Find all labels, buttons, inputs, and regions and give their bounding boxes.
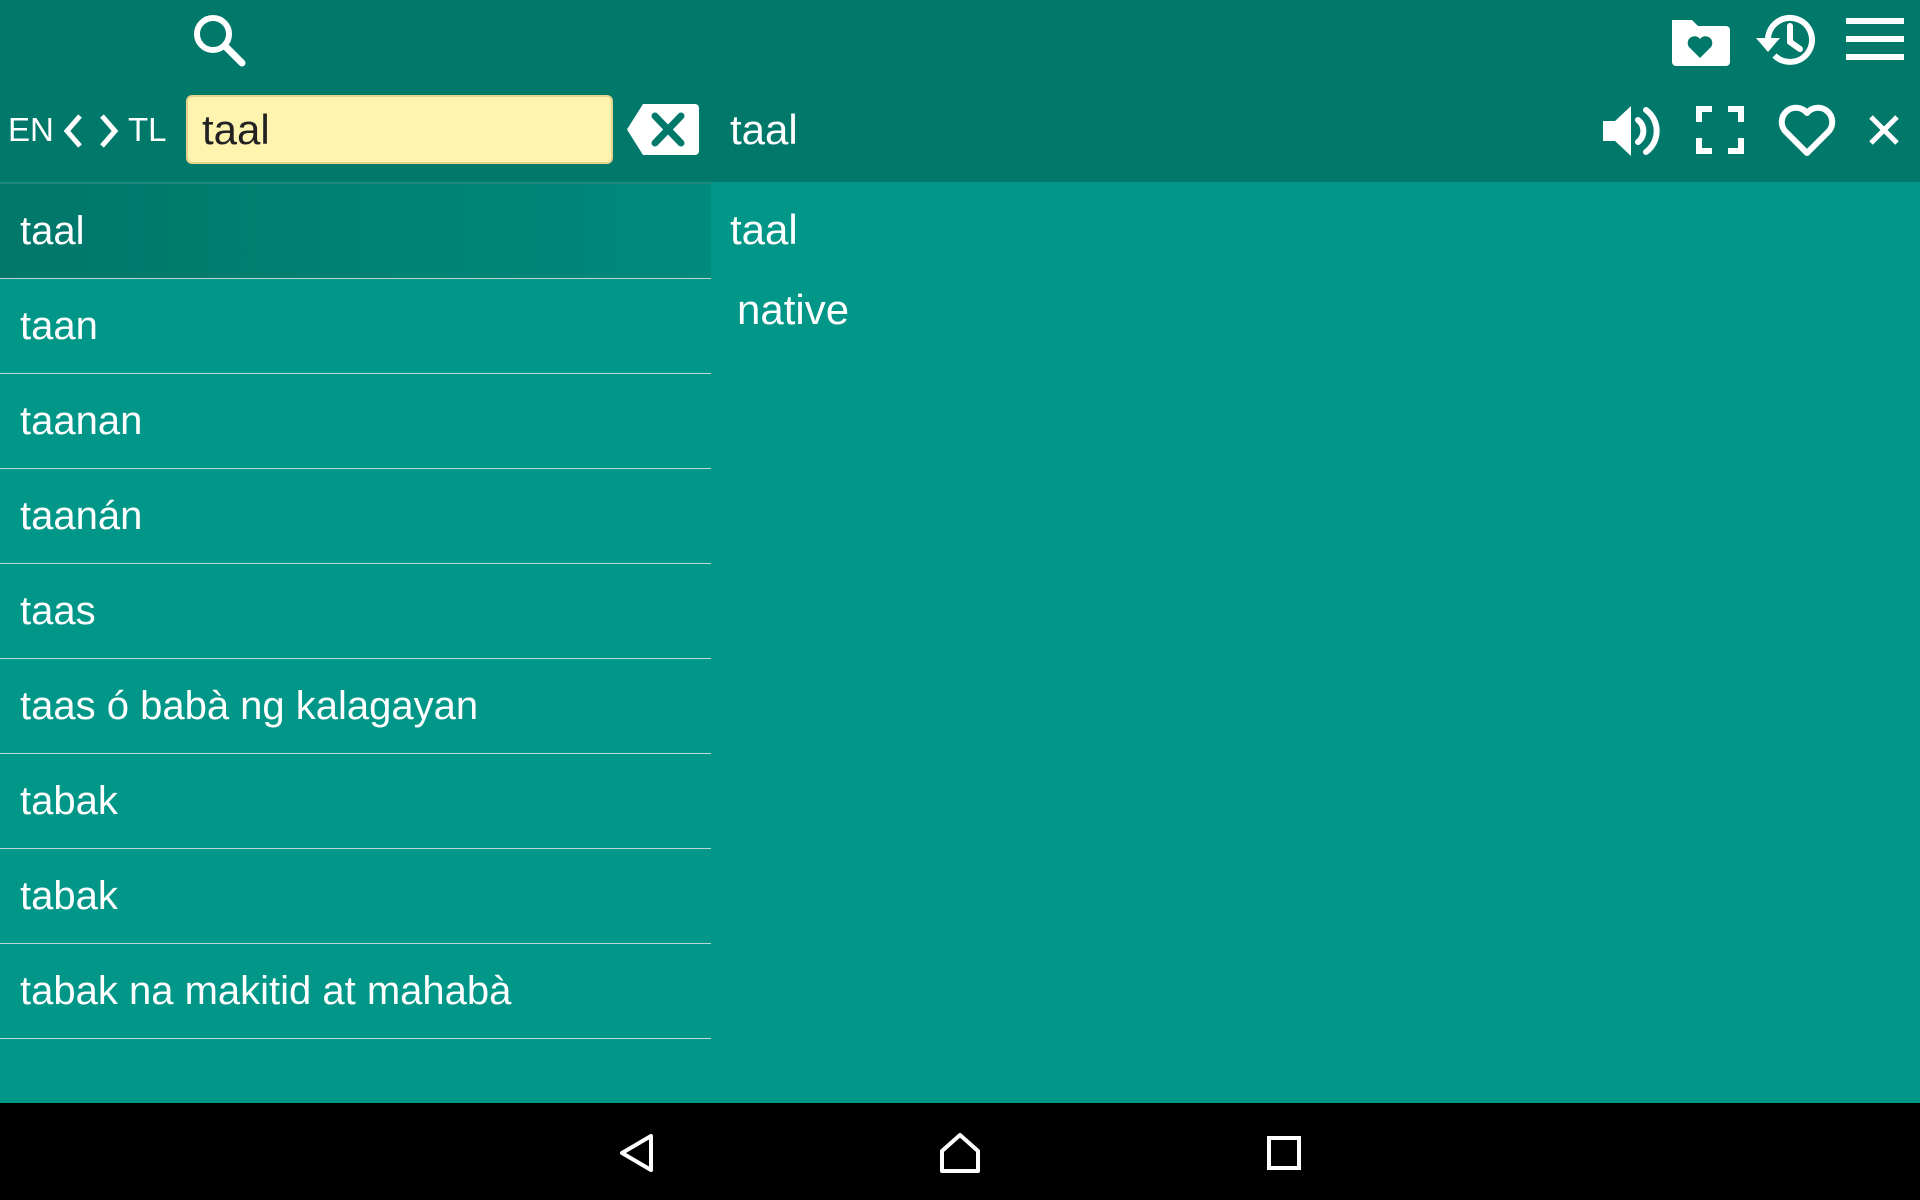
fullscreen-icon[interactable] <box>1696 106 1744 154</box>
menu-icon[interactable] <box>1846 16 1904 62</box>
word-list-item[interactable]: tabak na makitid at mahabà <box>0 944 711 1039</box>
word-list-item-selected[interactable]: taal <box>0 184 711 279</box>
source-language[interactable]: EN <box>8 112 54 148</box>
definition-translation: native <box>737 286 850 333</box>
word-list-item[interactable]: taan <box>0 279 711 374</box>
word-list-item[interactable]: taas <box>0 564 711 659</box>
word-list-item[interactable]: taanan <box>0 374 711 469</box>
search-input[interactable] <box>186 95 613 164</box>
system-nav-bar <box>0 1103 1920 1200</box>
back-icon[interactable] <box>617 1133 657 1173</box>
word-list-item[interactable]: tabak <box>0 849 711 944</box>
close-icon[interactable] <box>1868 114 1900 146</box>
word-list-item[interactable]: tabak <box>0 754 711 849</box>
search-icon[interactable] <box>190 11 248 69</box>
target-language[interactable]: TL <box>128 112 167 148</box>
backspace-clear-icon[interactable] <box>627 102 699 157</box>
favorites-folder-icon[interactable] <box>1668 12 1732 68</box>
definition-panel: taal native <box>711 182 1920 1103</box>
word-list-item[interactable]: taanán <box>0 469 711 564</box>
chevron-left-icon[interactable] <box>62 113 84 149</box>
speaker-icon[interactable] <box>1601 103 1663 159</box>
history-icon[interactable] <box>1754 10 1818 70</box>
heart-icon[interactable] <box>1776 101 1838 159</box>
entry-header-word: taal <box>730 106 798 153</box>
top-toolbar: EN TL taal <box>0 0 1920 182</box>
chevron-right-icon[interactable] <box>98 113 120 149</box>
home-icon[interactable] <box>938 1132 982 1174</box>
recents-icon[interactable] <box>1267 1136 1301 1170</box>
word-list: taal taan taanan taanán taas taas ó babà… <box>0 183 711 1039</box>
definition-word: taal <box>730 206 798 253</box>
word-list-item[interactable]: taas ó babà ng kalagayan <box>0 659 711 754</box>
